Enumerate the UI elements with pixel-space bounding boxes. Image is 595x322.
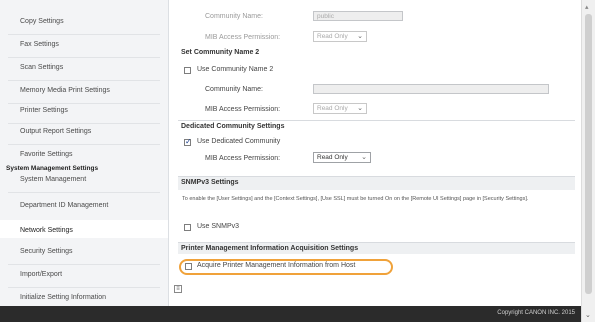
sidebar-item-memory-media-print-settings[interactable]: Memory Media Print Settings: [0, 87, 168, 94]
scroll-up-icon[interactable]: ▴: [585, 3, 589, 11]
divider: [8, 103, 160, 104]
sidebar-item-department-id-management[interactable]: Department ID Management: [0, 202, 168, 209]
divider: [8, 34, 160, 35]
use-community-name-2-label: Use Community Name 2: [197, 66, 274, 73]
divider: [8, 80, 160, 81]
divider: [8, 264, 160, 265]
section-heading-dedicated-community: Dedicated Community Settings: [178, 120, 575, 132]
use-dedicated-community-checkbox[interactable]: [184, 137, 192, 146]
sidebar-group-heading: System Management Settings: [6, 165, 99, 172]
mib-access-permission-dedicated-select[interactable]: Read Only ⌄: [313, 152, 371, 163]
mib-access-permission-label: MIB Access Permission:: [205, 34, 281, 41]
chevron-down-icon[interactable]: ⌄: [585, 311, 591, 319]
use-snmpv3-label: Use SNMPv3: [197, 223, 240, 230]
sidebar-item-network-settings[interactable]: Network Settings: [0, 220, 168, 238]
sidebar-item-copy-settings[interactable]: Copy Settings: [0, 18, 168, 25]
chevron-down-icon: ⌄: [361, 154, 367, 161]
community-name-2-label: Community Name:: [205, 86, 263, 93]
copyright-text: Copyright CANON INC. 2015: [497, 310, 575, 316]
mib-access-permission-2-label: MIB Access Permission:: [205, 106, 281, 113]
sidebar-item-fax-settings[interactable]: Fax Settings: [0, 41, 168, 48]
mib-access-permission-2-select[interactable]: Read Only ⌄: [313, 103, 367, 114]
use-dedicated-community-label: Use Dedicated Community: [197, 138, 281, 145]
mib-access-permission-dedicated-label: MIB Access Permission:: [205, 155, 281, 162]
divider: [8, 192, 160, 193]
page-top-icon[interactable]: ≡: [174, 285, 182, 293]
footer: Copyright CANON INC. 2015: [0, 306, 581, 322]
sidebar-item-scan-settings[interactable]: Scan Settings: [0, 64, 168, 71]
community-name-2-field[interactable]: [313, 84, 549, 94]
sidebar-item-security-settings[interactable]: Security Settings: [0, 248, 168, 255]
sidebar-item-initialize-setting-information[interactable]: Initialize Setting Information: [0, 294, 168, 301]
use-snmpv3-checkbox[interactable]: [184, 224, 191, 231]
chevron-down-icon: ⌄: [357, 105, 363, 112]
select-value: Read Only: [317, 105, 348, 112]
section-heading-printer-management: Printer Management Information Acquisiti…: [178, 242, 575, 254]
sidebar-item-system-management[interactable]: System Management: [0, 176, 168, 183]
sidebar: Copy Settings Fax Settings Scan Settings…: [0, 0, 169, 316]
section-heading-community-name-2: Set Community Name 2: [178, 47, 575, 59]
scrollbar[interactable]: ▴ ⌄: [581, 0, 595, 322]
divider: [8, 123, 160, 124]
sidebar-item-output-report-settings[interactable]: Output Report Settings: [0, 128, 168, 135]
use-community-name-2-checkbox[interactable]: [184, 67, 191, 74]
divider: [8, 57, 160, 58]
section-heading-snmpv3: SNMPv3 Settings: [178, 176, 575, 190]
scrollbar-thumb[interactable]: [585, 14, 592, 294]
select-value: Read Only: [317, 33, 348, 40]
community-name-field[interactable]: public: [313, 11, 403, 21]
mib-access-permission-select[interactable]: Read Only ⌄: [313, 31, 367, 42]
sidebar-item-import-export[interactable]: Import/Export: [0, 271, 168, 278]
highlight-ring: [179, 259, 393, 275]
community-name-label: Community Name:: [205, 13, 263, 20]
divider: [8, 287, 160, 288]
snmpv3-note: To enable the [User Settings] and the [C…: [182, 196, 529, 202]
select-value: Read Only: [317, 154, 348, 161]
divider: [8, 144, 160, 145]
sidebar-item-favorite-settings[interactable]: Favorite Settings: [0, 151, 168, 158]
sidebar-item-printer-settings[interactable]: Printer Settings: [0, 107, 168, 114]
chevron-down-icon: ⌄: [357, 33, 363, 40]
